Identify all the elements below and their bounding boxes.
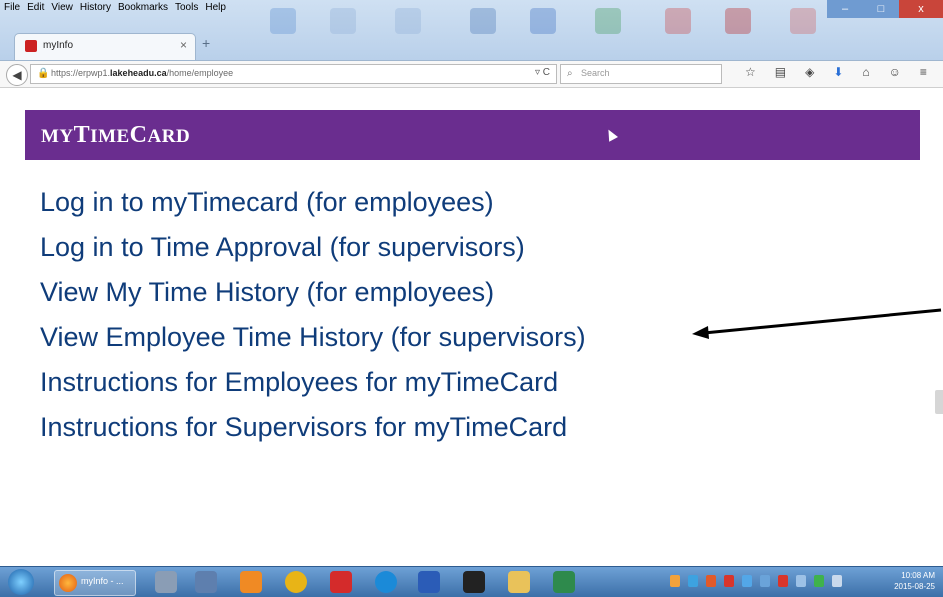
- folder-icon[interactable]: [508, 571, 530, 593]
- start-button[interactable]: [8, 569, 34, 595]
- link-instructions-supervisors[interactable]: Instructions for Supervisors for myTimeC…: [40, 405, 586, 450]
- download-icon[interactable]: ⬇: [833, 65, 843, 79]
- background-tile: [595, 8, 621, 34]
- chat-icon[interactable]: ☺: [889, 65, 901, 79]
- link-instructions-employees[interactable]: Instructions for Employees for myTimeCar…: [40, 360, 586, 405]
- tab-myinfo[interactable]: myInfo ×: [14, 33, 196, 60]
- clock[interactable]: 10:08 AM 2015-08-25: [894, 570, 935, 592]
- media-player-icon[interactable]: [240, 571, 262, 593]
- brand-logo: MYTIMECARD: [41, 122, 191, 148]
- star-icon[interactable]: ☆: [745, 65, 756, 79]
- link-login-time-approval[interactable]: Log in to Time Approval (for supervisors…: [40, 225, 586, 270]
- acrobat-icon[interactable]: [330, 571, 352, 593]
- link-view-employee-time-history[interactable]: View Employee Time History (for supervis…: [40, 315, 586, 360]
- link-view-my-time-history[interactable]: View My Time History (for employees): [40, 270, 586, 315]
- background-tile: [665, 8, 691, 34]
- flag-icon[interactable]: [796, 575, 806, 587]
- clock-time: 10:08 AM: [901, 571, 935, 580]
- app-icon[interactable]: [463, 571, 485, 593]
- tab-close-icon[interactable]: ×: [180, 38, 187, 52]
- close-window-button[interactable]: x: [899, 0, 943, 18]
- url-bar[interactable]: 🔒 https://erpwp1.lakeheadu.ca/home/emplo…: [30, 64, 557, 84]
- url-text: https://erpwp1.lakeheadu.ca/home/employe…: [51, 68, 234, 78]
- browser-title-bar: File Edit View History Bookmarks Tools H…: [0, 0, 943, 61]
- menu-history[interactable]: History: [80, 2, 111, 13]
- minimize-button[interactable]: –: [827, 0, 863, 18]
- app-icon[interactable]: [155, 571, 177, 593]
- mytimecard-header: MYTIMECARD: [25, 110, 920, 160]
- tray-icon[interactable]: [706, 575, 716, 587]
- background-tile: [790, 8, 816, 34]
- tray-icon[interactable]: [742, 575, 752, 587]
- firefox-icon: [59, 574, 77, 592]
- network-icon[interactable]: [832, 575, 842, 587]
- home-icon[interactable]: ⌂: [862, 65, 869, 79]
- annotation-arrow-icon: [692, 308, 942, 339]
- menu-file[interactable]: File: [4, 2, 20, 13]
- toolbar-icons: ☆ ▤ ◈ ⬇ ⌂ ☺ ≡: [745, 65, 927, 79]
- tray-icon[interactable]: [724, 575, 734, 587]
- navigation-bar: ◀ 🔒 https://erpwp1.lakeheadu.ca/home/emp…: [0, 61, 943, 88]
- internet-explorer-icon[interactable]: [375, 571, 397, 593]
- taskbar-app-label: myInfo - ...: [81, 576, 124, 586]
- search-placeholder: Search: [581, 68, 610, 78]
- link-list: Log in to myTimecard (for employees) Log…: [40, 180, 586, 450]
- reading-list-icon[interactable]: ▤: [775, 65, 786, 79]
- lock-icon: 🔒: [37, 68, 50, 79]
- background-tile: [470, 8, 496, 34]
- system-tray: [670, 575, 842, 587]
- tray-icon[interactable]: [814, 575, 824, 587]
- scroll-edge-handle[interactable]: [935, 390, 943, 414]
- menu-bookmarks[interactable]: Bookmarks: [118, 2, 168, 13]
- menu-view[interactable]: View: [51, 2, 73, 13]
- new-tab-button[interactable]: +: [202, 35, 210, 51]
- background-tile: [395, 8, 421, 34]
- app-icon[interactable]: [195, 571, 217, 593]
- menu-bar: File Edit View History Bookmarks Tools H…: [4, 2, 226, 13]
- favicon-icon: [25, 40, 37, 52]
- tray-icon[interactable]: [670, 575, 680, 587]
- back-button[interactable]: ◀: [6, 64, 28, 86]
- tray-icon[interactable]: [778, 575, 788, 587]
- chrome-icon[interactable]: [285, 571, 307, 593]
- background-tile: [270, 8, 296, 34]
- tray-icon[interactable]: [760, 575, 770, 587]
- menu-edit[interactable]: Edit: [27, 2, 44, 13]
- maximize-button[interactable]: □: [863, 0, 899, 18]
- menu-tools[interactable]: Tools: [175, 2, 198, 13]
- window-controls: – □ x: [827, 0, 943, 18]
- reload-icon[interactable]: ▿ C: [535, 67, 550, 78]
- menu-help[interactable]: Help: [205, 2, 226, 13]
- background-tile: [530, 8, 556, 34]
- menu-icon[interactable]: ≡: [920, 65, 927, 79]
- link-login-mytimecard[interactable]: Log in to myTimecard (for employees): [40, 180, 586, 225]
- clock-date: 2015-08-25: [894, 582, 935, 591]
- search-icon: ⌕: [567, 68, 573, 79]
- taskbar-firefox-button[interactable]: myInfo - ...: [54, 570, 136, 596]
- search-bar[interactable]: ⌕ Search: [560, 64, 722, 84]
- pocket-icon[interactable]: ◈: [805, 65, 814, 79]
- tray-icon[interactable]: [688, 575, 698, 587]
- background-tile: [725, 8, 751, 34]
- taskbar: myInfo - ... 10:08 AM 2015-08-25: [0, 566, 943, 597]
- word-icon[interactable]: [418, 571, 440, 593]
- tab-title: myInfo: [43, 40, 74, 51]
- background-tile: [330, 8, 356, 34]
- excel-icon[interactable]: [553, 571, 575, 593]
